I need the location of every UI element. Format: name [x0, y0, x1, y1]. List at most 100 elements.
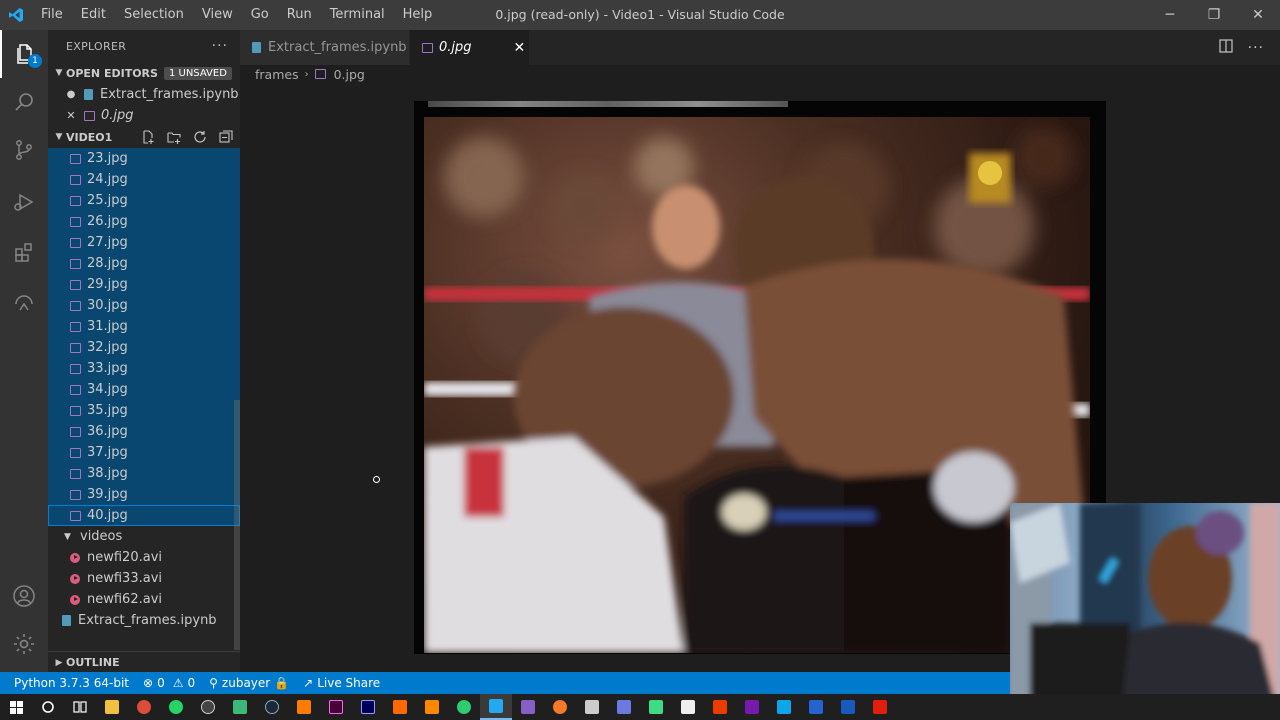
file-explorer-icon[interactable]	[96, 694, 128, 720]
account-status[interactable]: ⚲ zubayer 🔒	[202, 676, 296, 690]
restore-button[interactable]: ❐	[1192, 0, 1236, 30]
menu-terminal[interactable]: Terminal	[321, 0, 394, 30]
file-item[interactable]: 33.jpg	[48, 358, 240, 379]
accounts-icon[interactable]	[0, 572, 48, 620]
error-icon: ⊗	[143, 676, 154, 690]
office-icon[interactable]	[704, 694, 736, 720]
breadcrumb-file[interactable]: 0.jpg	[334, 67, 365, 82]
explorer-sidebar: EXPLORER ··· ▼ OPEN EDITORS 1 UNSAVED ● …	[48, 30, 240, 672]
explorer-icon[interactable]: 1	[0, 30, 48, 78]
manage-gear-icon[interactable]	[0, 620, 48, 668]
menu-selection[interactable]: Selection	[115, 0, 193, 30]
videos-folder[interactable]: ▼ videos	[48, 526, 240, 547]
folder-header[interactable]: ▼ VIDEO1	[48, 126, 240, 148]
problems-indicator[interactable]: ⊗ 0 ⚠ 0	[136, 676, 202, 690]
file-item[interactable]: 39.jpg	[48, 484, 240, 505]
file-item[interactable]: 23.jpg	[48, 148, 240, 169]
extensions-icon[interactable]	[0, 228, 48, 276]
menu-file[interactable]: File	[32, 0, 72, 30]
more-actions-icon[interactable]: ···	[212, 38, 228, 54]
close-editor-icon[interactable]: ✕	[64, 109, 78, 122]
chat-app-icon[interactable]	[224, 694, 256, 720]
search-icon[interactable]	[0, 78, 48, 126]
obs-icon[interactable]	[192, 694, 224, 720]
file-item[interactable]: 35.jpg	[48, 400, 240, 421]
file-item[interactable]: 30.jpg	[48, 295, 240, 316]
file-item[interactable]: 24.jpg	[48, 169, 240, 190]
unsaved-dot-icon[interactable]: ●	[64, 89, 78, 100]
image-file-icon	[314, 69, 326, 79]
menu-help[interactable]: Help	[394, 0, 442, 30]
search-circle-icon[interactable]	[32, 694, 64, 720]
file-item[interactable]: newfi20.avi	[48, 547, 240, 568]
file-item[interactable]: 38.jpg	[48, 463, 240, 484]
file-item[interactable]: 29.jpg	[48, 274, 240, 295]
new-file-icon[interactable]	[140, 129, 156, 145]
app-green-icon[interactable]	[448, 694, 480, 720]
menu-view[interactable]: View	[193, 0, 242, 30]
file-item[interactable]: newfi33.avi	[48, 568, 240, 589]
menu-edit[interactable]: Edit	[72, 0, 115, 30]
app-icon[interactable]	[384, 694, 416, 720]
xd-icon[interactable]	[320, 694, 352, 720]
android-icon[interactable]	[640, 694, 672, 720]
acrobat-icon[interactable]	[864, 694, 896, 720]
new-folder-icon[interactable]	[166, 129, 182, 145]
close-window-button[interactable]: ✕	[1236, 0, 1280, 30]
windows-start-icon[interactable]	[0, 694, 32, 720]
python-interpreter[interactable]: Python 3.7.3 64-bit	[0, 676, 136, 690]
file-item[interactable]: 31.jpg	[48, 316, 240, 337]
outline-header[interactable]: ▶ OUTLINE	[48, 651, 240, 672]
menu-run[interactable]: Run	[278, 0, 321, 30]
after-effects-icon[interactable]	[352, 694, 384, 720]
file-item[interactable]: 34.jpg	[48, 379, 240, 400]
tab-0-jpg[interactable]: 0.jpg ✕	[410, 30, 530, 65]
open-editor-item[interactable]: ● Extract_frames.ipynb	[48, 84, 240, 105]
minimize-button[interactable]: ─	[1148, 0, 1192, 30]
image-file-icon	[70, 447, 81, 458]
split-editor-icon[interactable]	[1218, 38, 1234, 58]
epic-icon[interactable]	[672, 694, 704, 720]
file-item[interactable]: 32.jpg	[48, 337, 240, 358]
live-share-button[interactable]: ↗ Live Share	[296, 676, 387, 690]
file-item[interactable]: Extract_frames.ipynb	[48, 610, 240, 631]
onenote-icon[interactable]	[736, 694, 768, 720]
visual-studio-icon[interactable]	[512, 694, 544, 720]
vscode-taskbar-icon[interactable]	[480, 694, 512, 720]
chevron-right-icon: ▶	[55, 657, 63, 668]
blender-icon[interactable]	[544, 694, 576, 720]
steam-icon[interactable]	[256, 694, 288, 720]
menu-go[interactable]: Go	[242, 0, 278, 30]
word-icon[interactable]	[832, 694, 864, 720]
more-actions-icon[interactable]: ···	[1248, 40, 1264, 56]
collapse-all-icon[interactable]	[218, 129, 234, 145]
file-item[interactable]: 28.jpg	[48, 253, 240, 274]
remote-explorer-icon[interactable]	[0, 278, 48, 326]
run-debug-icon[interactable]	[0, 178, 48, 226]
file-item[interactable]: 27.jpg	[48, 232, 240, 253]
app-blue-icon[interactable]	[608, 694, 640, 720]
file-item[interactable]: 36.jpg	[48, 421, 240, 442]
whatsapp-icon[interactable]	[160, 694, 192, 720]
open-editors-header[interactable]: ▼ OPEN EDITORS 1 UNSAVED	[48, 62, 240, 84]
open-editor-item[interactable]: ✕ 0.jpg	[48, 105, 240, 126]
app-cyan-icon[interactable]	[768, 694, 800, 720]
file-item[interactable]: 40.jpg	[48, 505, 240, 526]
file-item[interactable]: 26.jpg	[48, 211, 240, 232]
close-tab-icon[interactable]: ✕	[514, 40, 526, 56]
file-item[interactable]: newfi62.avi	[48, 589, 240, 610]
todo-icon[interactable]	[800, 694, 832, 720]
task-view-icon[interactable]	[64, 694, 96, 720]
breadcrumb-folder[interactable]: frames	[255, 67, 299, 82]
chrome-icon[interactable]	[128, 694, 160, 720]
image-file-icon	[70, 258, 81, 269]
illustrator-icon[interactable]	[288, 694, 320, 720]
refresh-icon[interactable]	[192, 129, 208, 145]
source-control-icon[interactable]	[0, 126, 48, 174]
file-item[interactable]: 37.jpg	[48, 442, 240, 463]
unity-icon[interactable]	[576, 694, 608, 720]
tab-extract-frames[interactable]: Extract_frames.ipynb	[240, 30, 410, 65]
file-item[interactable]: 25.jpg	[48, 190, 240, 211]
notebook-file-icon	[84, 89, 93, 100]
vlc-icon[interactable]	[416, 694, 448, 720]
